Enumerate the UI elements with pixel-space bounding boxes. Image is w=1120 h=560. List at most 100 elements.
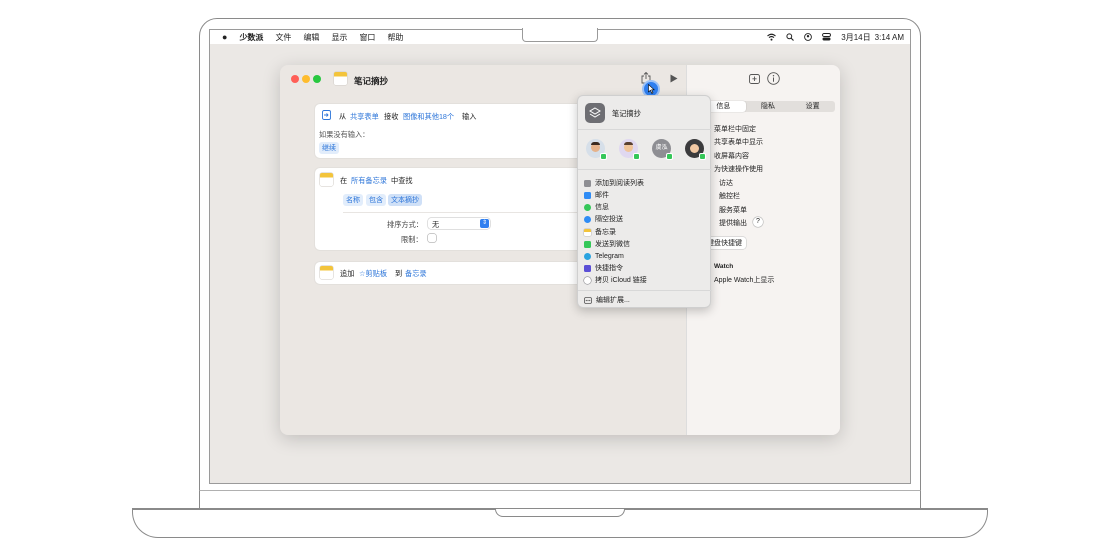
play-icon[interactable] — [670, 74, 678, 83]
sort-select-value: 无 — [432, 219, 440, 229]
add-shortcut-icon[interactable] — [749, 73, 760, 84]
sort-select[interactable]: 无 ⇕ — [428, 218, 490, 229]
all-notes-chip[interactable]: 所有备忘录 — [351, 176, 387, 186]
menu-file[interactable]: 文件 — [275, 32, 291, 43]
window-title: 笔记摘抄 — [354, 76, 389, 86]
wechat-icon — [584, 240, 591, 248]
menu-view[interactable]: 显示 — [331, 32, 347, 43]
messages-icon — [584, 203, 591, 211]
avatar-initials: 虞泓 — [655, 145, 668, 151]
camera-notch — [522, 28, 598, 42]
share-item-airdrop[interactable]: 隔空投送 — [584, 213, 623, 225]
contact-avatar[interactable] — [619, 139, 640, 160]
control-center-icon[interactable] — [822, 33, 832, 41]
contact-avatar[interactable] — [586, 139, 607, 160]
clipboard-chip[interactable]: ☆剪贴板 — [359, 269, 387, 279]
apple-menu-icon[interactable]: ● — [222, 32, 227, 42]
minimize-button[interactable] — [302, 75, 310, 83]
share-popup: 笔记摘抄 虞泓 添加到阅读列表 邮件 信息 隔空投送 备忘录 发送到微信 Tel… — [577, 95, 712, 308]
input-types-chip[interactable]: 图像和其他18个 — [403, 112, 454, 122]
setting-screen-content[interactable]: 收屏幕内容 — [714, 151, 749, 161]
menu-edit[interactable]: 编辑 — [303, 32, 319, 43]
fallback-continue-chip[interactable]: 继续 — [319, 142, 339, 154]
share-item-wechat[interactable]: 发送到微信 — [584, 238, 630, 250]
share-item-shortcuts[interactable]: 快捷指令 — [584, 262, 623, 274]
popup-divider-mid — [578, 169, 712, 170]
mail-icon — [584, 191, 591, 199]
help-button[interactable]: ? — [753, 217, 763, 227]
action-find-notes[interactable]: 在 所有备忘录 中查找 名称 包含 文本摘抄 排序方式： 无 ⇕ 限制： — [315, 168, 615, 250]
notes-icon — [320, 173, 333, 186]
user-switch-icon[interactable] — [804, 33, 813, 41]
keyboard-shortcut-button[interactable]: 键盘快捷键 — [707, 237, 746, 249]
share-item-telegram[interactable]: Telegram — [584, 250, 624, 262]
notes-app-icon — [334, 72, 347, 85]
setting-pin-menubar[interactable]: 菜单栏中固定 — [714, 124, 756, 134]
setting-finder[interactable]: 访达 — [719, 178, 733, 188]
popup-divider-bottom — [578, 290, 712, 291]
share-item-label: 备忘录 — [595, 229, 616, 236]
menubar-time[interactable]: 3:14 AM — [875, 33, 904, 42]
notes-chip[interactable]: 备忘录 — [405, 269, 427, 279]
share-item-reading-list[interactable]: 添加到阅读列表 — [584, 177, 644, 189]
fallback-label: 如果没有输入： — [319, 130, 370, 139]
filter-value-chip[interactable]: 文本摘抄 — [388, 194, 422, 206]
setting-show-on-watch[interactable]: Apple Watch上显示 — [714, 275, 774, 285]
app-menu[interactable]: 少数派 — [239, 32, 263, 43]
share-item-label: 信息 — [595, 204, 609, 211]
edit-extensions-item[interactable]: 编辑扩展... — [584, 294, 630, 306]
shortcuts-icon — [584, 264, 591, 272]
notes-icon — [320, 266, 333, 279]
share-item-icloud-link[interactable]: 拷贝 iCloud 链接 — [584, 274, 647, 286]
setting-provide-output[interactable]: 提供输出 — [719, 218, 747, 228]
menu-window[interactable]: 窗口 — [359, 32, 375, 43]
filter-divider — [343, 212, 615, 213]
edit-extensions-label: 编辑扩展... — [596, 297, 630, 304]
contact-avatar[interactable] — [685, 139, 706, 160]
action-append-note[interactable]: 追加 ☆剪贴板 到 备忘录 — [315, 262, 615, 284]
tab-settings[interactable]: 设置 — [790, 101, 835, 112]
limit-label: 限制： — [401, 235, 423, 244]
share-item-label: 隔空投送 — [595, 216, 623, 223]
close-button[interactable] — [291, 75, 299, 83]
input-icon — [322, 110, 331, 120]
setting-share-sheet[interactable]: 共享表单中显示 — [714, 137, 763, 147]
limit-checkbox[interactable] — [428, 234, 436, 242]
menubar-date[interactable]: 3月14日 — [841, 32, 870, 43]
share-item-label: Telegram — [595, 252, 624, 260]
filter-name-chip[interactable]: 名称 — [343, 194, 363, 206]
action1-prefix: 从 — [339, 112, 347, 121]
airdrop-icon — [584, 215, 591, 223]
search-icon[interactable] — [786, 33, 795, 41]
action1-mid: 接收 — [384, 112, 399, 121]
messages-badge-icon — [699, 153, 706, 160]
telegram-icon — [584, 252, 591, 260]
setting-touch-bar[interactable]: 触控栏 — [719, 191, 740, 201]
messages-badge-icon — [600, 153, 607, 160]
action-receive-input[interactable]: 从 共享表单 接收 图像和其他18个 输入 如果没有输入： 继续 — [315, 104, 615, 158]
action3-prefix: 追加 — [340, 269, 355, 278]
share-item-label: 拷贝 iCloud 链接 — [595, 277, 647, 284]
share-sheet-chip[interactable]: 共享表单 — [350, 112, 379, 122]
messages-badge-icon — [633, 153, 640, 160]
info-icon[interactable] — [767, 72, 780, 85]
select-stepper-icon: ⇕ — [480, 219, 489, 228]
contact-avatar[interactable]: 虞泓 — [652, 139, 673, 160]
setting-quick-action[interactable]: 为快速操作使用 — [714, 164, 763, 174]
share-item-messages[interactable]: 信息 — [584, 201, 609, 213]
menu-help[interactable]: 帮助 — [387, 32, 403, 43]
action3-mid: 到 — [395, 269, 403, 278]
sort-label: 排序方式： — [387, 220, 423, 229]
zoom-button[interactable] — [313, 75, 321, 83]
popup-title: 笔记摘抄 — [612, 109, 641, 118]
filter-contains-chip[interactable]: 包含 — [366, 194, 386, 206]
wifi-icon[interactable] — [767, 33, 777, 41]
shortcuts-window: 笔记摘抄 从 共享表单 接收 图像和其他18个 输入 如果没有输入： 继续 在 … — [280, 65, 840, 435]
share-item-mail[interactable]: 邮件 — [584, 189, 609, 201]
setting-services-menu[interactable]: 服务菜单 — [719, 205, 747, 215]
tab-privacy[interactable]: 隐私 — [746, 101, 791, 112]
share-item-label: 快捷指令 — [595, 265, 623, 272]
share-item-notes[interactable]: 备忘录 — [584, 226, 616, 238]
share-item-label: 邮件 — [595, 192, 609, 199]
reading-list-icon — [584, 179, 591, 187]
